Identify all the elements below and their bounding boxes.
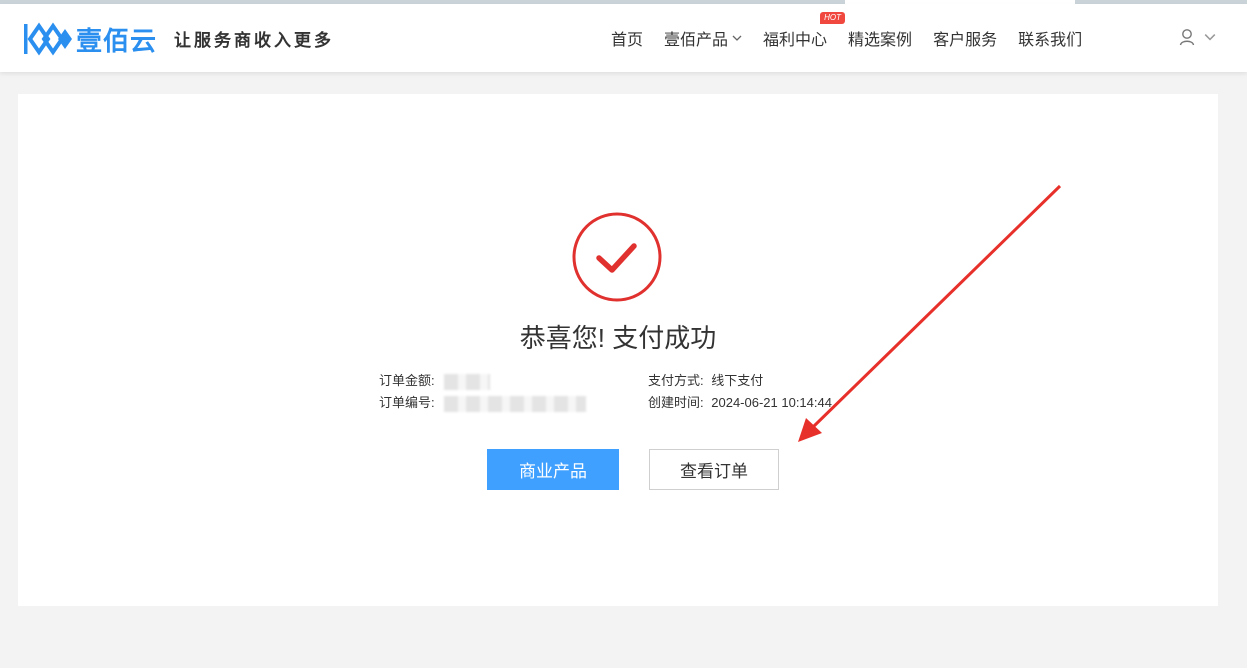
nav-item-benefits[interactable]: 福利中心 HOT (763, 12, 846, 50)
success-title: 恭喜您! 支付成功 (519, 323, 717, 353)
order-amount-row: 订单金额: (379, 370, 491, 392)
order-amount-redacted (444, 373, 491, 390)
nav-item-label: 联系我们 (1018, 32, 1083, 49)
payment-result-card: 恭喜您! 支付成功 订单金额: 订单编号: 支付方式: 线下支付 创建时间: 2… (18, 94, 1218, 606)
nav-item-cases[interactable]: 精选案例 (848, 26, 912, 50)
nav-item-products[interactable]: 壹佰产品 (664, 26, 742, 50)
created-time-label: 创建时间: (648, 395, 704, 410)
brand-name: 壹佰云 (76, 25, 158, 56)
chevron-down-icon (732, 35, 742, 41)
brand-logo[interactable]: 壹佰云 (22, 21, 157, 57)
user-menu[interactable] (1178, 28, 1216, 46)
logo-icon (24, 22, 72, 56)
order-number-row: 订单编号: (379, 392, 587, 414)
order-number-redacted (444, 395, 587, 412)
pay-method-row: 支付方式: 线下支付 (648, 370, 763, 392)
hot-badge: HOT (820, 12, 846, 24)
pay-method-value: 线下支付 (711, 373, 764, 388)
nav-item-service[interactable]: 客户服务 (933, 26, 997, 50)
main-nav: 首页 壹佰产品 福利中心 HOT 精选案例 客户服务 联系我们 (600, 4, 1092, 72)
chevron-down-icon (1204, 34, 1216, 41)
nav-item-home[interactable]: 首页 (611, 26, 643, 50)
nav-item-label: 壹佰产品 (664, 32, 729, 49)
nav-item-label: 客户服务 (933, 32, 998, 49)
business-products-button[interactable]: 商业产品 (487, 449, 619, 490)
created-time-row: 创建时间: 2024-06-21 10:14:44 (648, 392, 832, 414)
nav-item-label: 精选案例 (848, 32, 913, 49)
check-circle-icon (572, 212, 662, 302)
order-number-label: 订单编号: (379, 395, 435, 410)
pay-method-label: 支付方式: (648, 373, 704, 388)
order-amount-label: 订单金额: (379, 373, 435, 388)
site-header: 壹佰云 让服务商收入更多 首页 壹佰产品 福利中心 HOT 精选案例 客户服务 … (0, 4, 1247, 72)
nav-item-contact[interactable]: 联系我们 (1018, 26, 1082, 50)
nav-item-label: 首页 (611, 32, 644, 49)
created-time-value: 2024-06-21 10:14:44 (711, 395, 832, 410)
brand-slogan: 让服务商收入更多 (174, 31, 334, 51)
user-icon (1179, 29, 1195, 46)
nav-item-label: 福利中心 (763, 32, 828, 49)
view-order-button[interactable]: 查看订单 (649, 449, 779, 490)
